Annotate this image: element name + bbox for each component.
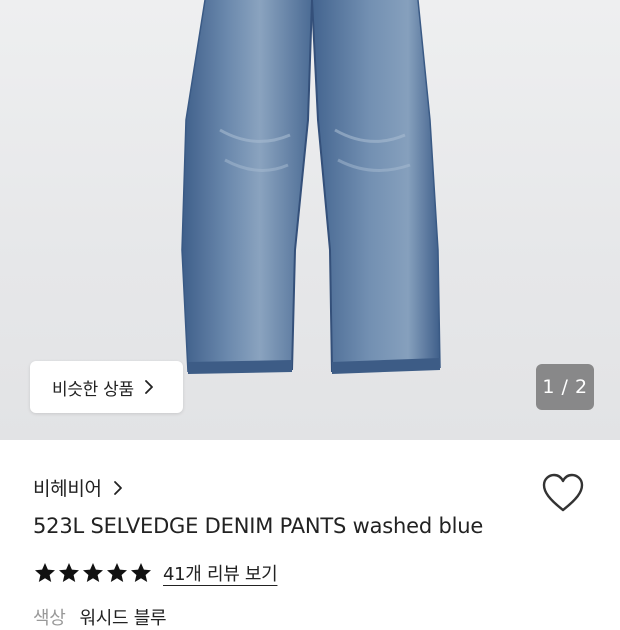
heart-outline-icon[interactable] (541, 472, 585, 514)
color-value: 워시드 블루 (79, 608, 167, 629)
star-icon (131, 563, 151, 582)
image-counter: 1 / 2 (536, 364, 594, 410)
rating-stars (33, 561, 153, 585)
review-count-link[interactable]: 41개 리뷰 보기 (163, 560, 278, 586)
product-title: 523L SELVEDGE DENIM PANTS washed blue (33, 514, 484, 538)
color-option-row: 색상 워시드 블루 (33, 604, 167, 630)
star-icon (83, 563, 103, 582)
brand-name: 비헤비어 (33, 478, 102, 500)
chevron-right-icon (113, 480, 122, 495)
star-icon (35, 563, 55, 582)
color-label: 색상 (33, 608, 66, 629)
star-icon (59, 563, 79, 582)
product-image-gallery[interactable]: 비슷한 상품 1 / 2 (0, 0, 620, 440)
rating-row: 41개 리뷰 보기 (33, 560, 278, 586)
similar-products-label: 비슷한 상품 (52, 379, 134, 400)
chevron-right-icon (144, 380, 153, 394)
similar-products-button[interactable]: 비슷한 상품 (30, 361, 183, 413)
star-icon (107, 563, 127, 582)
brand-link[interactable]: 비헤비어 (33, 474, 124, 501)
